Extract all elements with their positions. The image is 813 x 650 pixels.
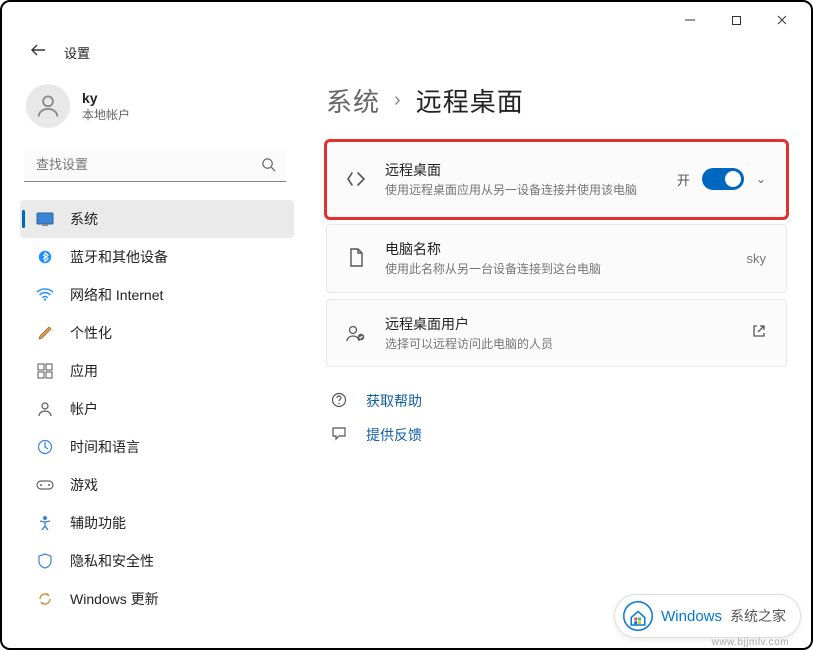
accessibility-icon (36, 514, 54, 532)
nav-label: 帐户 (70, 399, 98, 419)
user-subtitle: 本地帐户 (82, 106, 130, 123)
apps-icon (36, 362, 54, 380)
feedback-icon (330, 426, 348, 445)
avatar (26, 84, 70, 128)
give-feedback-link[interactable]: 提供反馈 (326, 425, 787, 445)
open-link-icon[interactable] (752, 324, 766, 341)
document-icon (345, 248, 367, 268)
gamepad-icon (36, 476, 54, 494)
nav-item-system[interactable]: 系统 (20, 200, 294, 238)
watermark-tagline: 系统之家 (730, 606, 786, 626)
nav-item-privacy[interactable]: 隐私和安全性 (20, 542, 294, 580)
app-title: 设置 (64, 43, 90, 62)
nav-item-accounts[interactable]: 帐户 (20, 390, 294, 428)
bluetooth-icon (36, 248, 54, 266)
chevron-right-icon: › (394, 89, 402, 112)
help-icon (330, 392, 348, 411)
card-remote-users[interactable]: 远程桌面用户 选择可以远程访问此电脑的人员 (326, 299, 787, 368)
nav-item-bluetooth[interactable]: 蓝牙和其他设备 (20, 238, 294, 276)
update-icon (36, 590, 54, 608)
get-help-link[interactable]: 获取帮助 (326, 391, 787, 411)
nav-label: 游戏 (70, 475, 98, 495)
card-title: 远程桌面用户 (385, 314, 734, 334)
nav-item-gaming[interactable]: 游戏 (20, 466, 294, 504)
maximize-button[interactable] (713, 5, 759, 35)
watermark-url: www.bjjmlv.com (712, 637, 789, 648)
nav-label: 蓝牙和其他设备 (70, 247, 168, 267)
card-desc: 使用此名称从另一台设备连接到这台电脑 (385, 261, 729, 278)
system-icon (36, 210, 54, 228)
sidebar: ky 本地帐户 系统 蓝牙和其他设备 网络和 Internet (2, 76, 302, 618)
breadcrumb-parent[interactable]: 系统 (326, 82, 380, 119)
card-title: 电脑名称 (385, 239, 729, 259)
back-arrow-icon[interactable] (26, 42, 50, 63)
house-logo-icon (623, 601, 653, 631)
nav-label: 系统 (70, 209, 98, 229)
nav-item-apps[interactable]: 应用 (20, 352, 294, 390)
nav-label: 辅助功能 (70, 513, 126, 533)
nav-label: 时间和语言 (70, 437, 140, 457)
window-titlebar (2, 2, 811, 38)
shield-icon (36, 552, 54, 570)
nav-list: 系统 蓝牙和其他设备 网络和 Internet 个性化 应用 帐户 (20, 200, 294, 618)
search-icon[interactable] (261, 157, 276, 175)
computer-name-value: sky (747, 251, 767, 266)
person-icon (36, 400, 54, 418)
nav-item-windows-update[interactable]: Windows 更新 (20, 580, 294, 618)
search-wrap (24, 148, 286, 182)
header: 设置 (2, 38, 811, 66)
globe-clock-icon (36, 438, 54, 456)
nav-item-network[interactable]: 网络和 Internet (20, 276, 294, 314)
close-button[interactable] (759, 5, 805, 35)
card-remote-desktop[interactable]: 远程桌面 使用远程桌面应用从另一设备连接并使用该电脑 开 ⌄ (326, 141, 787, 218)
user-block[interactable]: ky 本地帐户 (20, 76, 294, 148)
watermark: Windows 系统之家 (614, 594, 801, 638)
help-links: 获取帮助 提供反馈 (326, 391, 787, 445)
remote-icon (345, 170, 367, 188)
card-desc: 选择可以远程访问此电脑的人员 (385, 336, 734, 353)
chevron-down-icon[interactable]: ⌄ (756, 172, 766, 186)
wifi-icon (36, 286, 54, 304)
nav-item-personalization[interactable]: 个性化 (20, 314, 294, 352)
nav-label: 隐私和安全性 (70, 551, 154, 571)
card-title: 远程桌面 (385, 160, 659, 180)
main-content: 系统 › 远程桌面 远程桌面 使用远程桌面应用从另一设备连接并使用该电脑 开 ⌄ (302, 76, 811, 618)
remote-desktop-toggle[interactable] (702, 168, 744, 190)
nav-label: Windows 更新 (70, 589, 159, 609)
nav-item-time-language[interactable]: 时间和语言 (20, 428, 294, 466)
minimize-button[interactable] (667, 5, 713, 35)
nav-label: 个性化 (70, 323, 112, 343)
link-label: 提供反馈 (366, 425, 422, 445)
toggle-state-label: 开 (677, 170, 690, 189)
card-desc: 使用远程桌面应用从另一设备连接并使用该电脑 (385, 182, 659, 199)
search-input[interactable] (24, 148, 286, 182)
watermark-brand: Windows (661, 608, 722, 625)
card-computer-name[interactable]: 电脑名称 使用此名称从另一台设备连接到这台电脑 sky (326, 224, 787, 293)
brush-icon (36, 324, 54, 342)
breadcrumb-current: 远程桌面 (416, 82, 524, 119)
link-label: 获取帮助 (366, 391, 422, 411)
nav-item-accessibility[interactable]: 辅助功能 (20, 504, 294, 542)
nav-label: 应用 (70, 361, 98, 381)
user-name: ky (82, 90, 130, 106)
users-icon (345, 324, 367, 342)
nav-label: 网络和 Internet (70, 285, 163, 305)
breadcrumb: 系统 › 远程桌面 (326, 76, 787, 119)
